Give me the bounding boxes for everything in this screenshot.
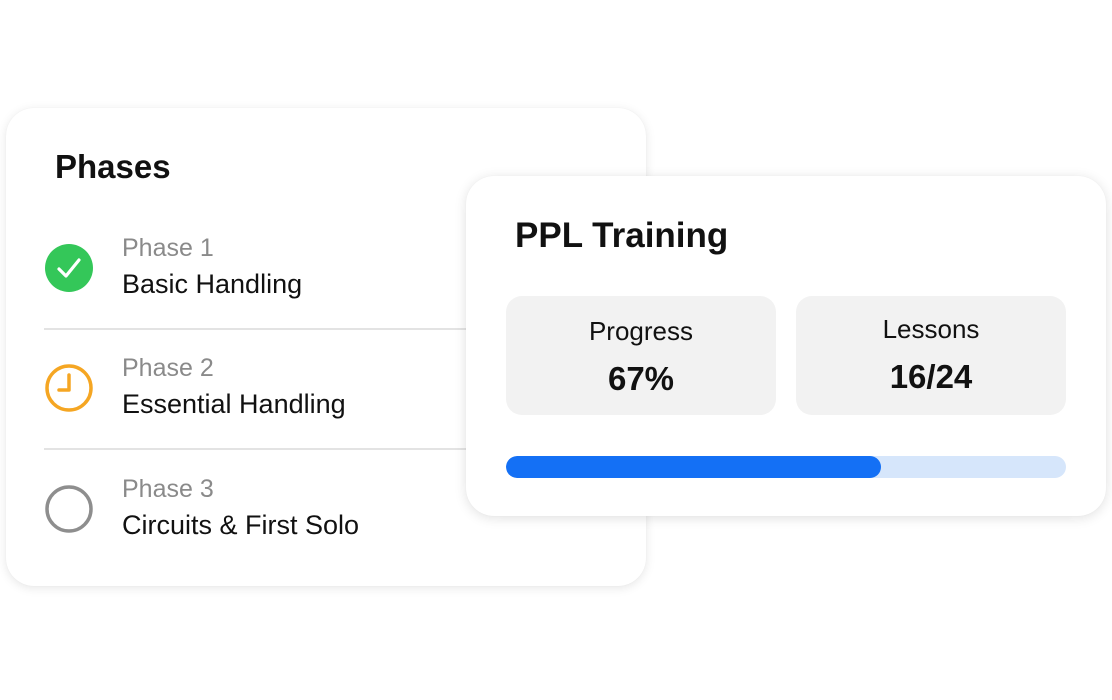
phase-label: Phase 1 — [122, 234, 214, 262]
empty-circle-icon — [45, 485, 93, 533]
phase-name: Circuits & First Solo — [122, 510, 360, 540]
clock-icon — [45, 364, 93, 412]
phase-name: Essential Handling — [122, 389, 346, 419]
training-title: PPL Training — [515, 216, 729, 255]
lessons-label: Lessons — [882, 314, 980, 344]
phase-name: Basic Handling — [122, 269, 303, 299]
lessons-stat: Lessons 16/24 — [796, 296, 1066, 415]
phase-label: Phase 2 — [122, 354, 214, 382]
progress-label: Progress — [588, 316, 694, 346]
phase-label: Phase 3 — [122, 475, 214, 503]
progress-value: 67% — [607, 360, 675, 397]
ppl-training-card: PPL Training Progress 67% Lessons 16/24 — [466, 176, 1106, 516]
phases-title: Phases — [55, 148, 171, 185]
lessons-value: 16/24 — [889, 358, 973, 395]
progress-bar — [506, 456, 1066, 478]
check-circle-icon — [45, 244, 93, 292]
progress-bar-fill — [506, 456, 882, 478]
stage: Phases Phase 1 Basic Handling Phase 2 Es… — [0, 0, 1112, 700]
progress-stat: Progress 67% — [506, 296, 776, 415]
